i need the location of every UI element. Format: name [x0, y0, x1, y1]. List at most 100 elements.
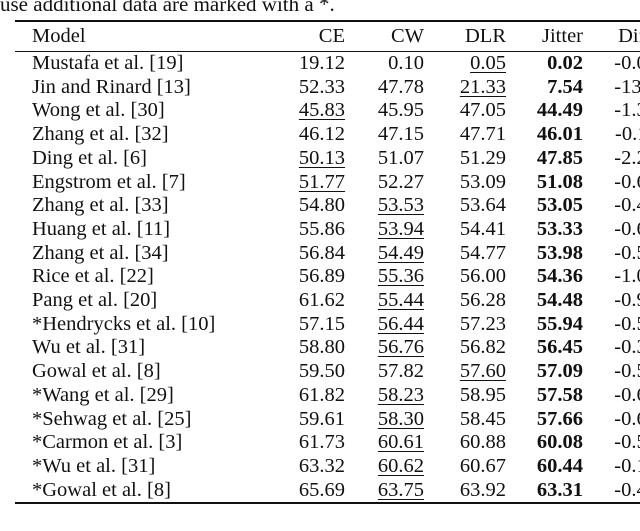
table-row: Jin and Rinard [13] 52.33 47.78 21.33 7.54 -1…: [15, 76, 640, 100]
cell-model-value: Mustafa et al. [19]: [32, 52, 184, 74]
cell-diff: -0.96: [583, 289, 640, 313]
cell-dlr: 60.88: [424, 431, 506, 455]
cell-cw-value: 55.44: [377, 289, 424, 312]
cell-cw: 54.49: [345, 242, 424, 266]
cell-dlr-value: 56.82: [459, 336, 506, 359]
cell-jitter: 53.05: [506, 194, 583, 218]
table-row: *Hendrycks et al. [10] 57.15 56.44 57.23 55.…: [15, 313, 640, 337]
cell-dlr-value: 60.88: [459, 431, 506, 454]
cell-ce: 51.77: [253, 171, 345, 195]
cell-cw-value: 47.15: [377, 123, 424, 146]
cell-cw: 0.10: [345, 52, 424, 76]
cell-diff: -13.8: [583, 76, 640, 100]
cell-dlr: 56.00: [424, 265, 506, 289]
cell-jitter-value: 57.09: [536, 360, 583, 383]
cell-diff: -0.50: [583, 313, 640, 337]
cell-ce-value: 61.62: [298, 289, 345, 312]
cell-model-value: Rice et al. [22]: [32, 265, 154, 288]
cell-model: *Gowal et al. [8]: [15, 479, 253, 503]
cell-ce-value: 59.50: [298, 360, 345, 383]
cell-dlr: 58.45: [424, 408, 506, 432]
cell-cw-value: 51.07: [377, 146, 424, 169]
cell-ce: 61.73: [253, 431, 345, 455]
cell-ce: 58.80: [253, 336, 345, 360]
cell-ce-value: 19.12: [298, 52, 345, 74]
cell-cw-value: 60.62: [377, 454, 424, 477]
table-body: Mustafa et al. [19] 19.12 0.10 0.05 0.02 -0.0…: [15, 52, 640, 502]
cell-diff: -0.51: [583, 242, 640, 266]
cell-model-value: *Hendrycks et al. [10]: [32, 312, 216, 335]
cell-model: *Wu et al. [31]: [15, 455, 253, 479]
cell-cw-value: 45.95: [377, 99, 424, 122]
cell-diff-value: -0.50: [614, 312, 640, 335]
cell-jitter: 46.01: [506, 123, 583, 147]
cell-dlr: 53.09: [424, 171, 506, 195]
table-caption: use additional data are marked with a *.: [0, 0, 335, 16]
cell-model-value: Huang et al. [11]: [32, 217, 171, 240]
cell-jitter: 60.08: [506, 431, 583, 455]
cell-dlr: 56.82: [424, 336, 506, 360]
cell-ce-value: 61.73: [298, 431, 345, 454]
cell-model-value: Jin and Rinard [13]: [32, 75, 191, 98]
cell-diff: -0.60: [583, 218, 640, 242]
cell-dlr: 54.77: [424, 242, 506, 266]
cell-jitter-value: 7.54: [547, 75, 583, 98]
cell-dlr-value: 54.41: [459, 217, 506, 240]
cell-jitter: 54.36: [506, 265, 583, 289]
cell-cw: 55.36: [345, 265, 424, 289]
cell-dlr-value: 56.28: [459, 289, 506, 312]
cell-dlr-value: 21.33: [459, 75, 506, 98]
cell-model: Wu et al. [31]: [15, 336, 253, 360]
header-diff: Diff.: [618, 25, 640, 47]
cell-ce: 19.12: [253, 52, 345, 76]
cell-jitter: 60.44: [506, 455, 583, 479]
cell-diff: -0.03: [583, 52, 640, 76]
table-row: *Carmon et al. [3] 61.73 60.61 60.88 60.08 -0…: [15, 431, 640, 455]
cell-jitter-value: 51.08: [536, 170, 583, 193]
cell-jitter-value: 54.48: [536, 289, 583, 312]
cell-ce: 50.13: [253, 147, 345, 171]
table-row: Pang et al. [20] 61.62 55.44 56.28 54.48 -0.9…: [15, 289, 640, 313]
cell-dlr: 0.05: [424, 52, 506, 76]
cell-cw: 58.23: [345, 384, 424, 408]
cell-model-value: *Carmon et al. [3]: [32, 431, 183, 454]
cell-diff: -0.48: [583, 194, 640, 218]
cell-cw-value: 53.53: [377, 194, 424, 217]
cell-model: *Wang et al. [29]: [15, 384, 253, 408]
cell-cw: 55.44: [345, 289, 424, 313]
cell-cw-value: 53.94: [377, 217, 424, 240]
cell-dlr-value: 58.95: [459, 383, 506, 406]
results-table: Model CE CW DLR Jitter Diff. Mustafa et …: [15, 20, 640, 505]
table-row: Mustafa et al. [19] 19.12 0.10 0.05 0.02 -0.0…: [15, 52, 640, 76]
cell-ce: 65.69: [253, 479, 345, 503]
header-model: Model: [32, 25, 86, 47]
cell-model: Engstrom et al. [7]: [15, 171, 253, 195]
cell-jitter-value: 44.49: [536, 99, 583, 122]
cell-dlr-value: 58.45: [459, 407, 506, 430]
cell-ce-value: 65.69: [298, 478, 345, 501]
cell-diff-value: -0.45: [614, 478, 640, 501]
cell-dlr-value: 63.92: [459, 478, 506, 501]
cell-ce: 56.84: [253, 242, 345, 266]
cell-jitter: 63.31: [506, 479, 583, 503]
cell-model: Huang et al. [11]: [15, 218, 253, 242]
cell-dlr-value: 47.05: [459, 99, 506, 122]
cell-ce-value: 56.89: [298, 265, 345, 288]
table-row: *Wang et al. [29] 61.82 58.23 58.95 57.58 -0.…: [15, 384, 640, 408]
cell-jitter: 57.09: [506, 360, 583, 384]
cell-jitter-value: 54.36: [536, 265, 583, 288]
cell-cw: 47.15: [345, 123, 424, 147]
cell-dlr-value: 54.77: [459, 241, 506, 264]
cell-model-value: Wu et al. [31]: [32, 336, 146, 359]
cell-diff: -1.00: [583, 265, 640, 289]
cell-diff: -0.69: [583, 171, 640, 195]
header-cw: CW: [390, 25, 424, 47]
table-row: Engstrom et al. [7] 51.77 52.27 53.09 51.08 -…: [15, 171, 640, 195]
table-row: *Wu et al. [31] 63.32 60.62 60.67 60.44 -0.18: [15, 455, 640, 479]
cell-jitter-value: 63.31: [536, 478, 583, 501]
cell-dlr-value: 56.00: [459, 265, 506, 288]
cell-dlr: 58.95: [424, 384, 506, 408]
cell-model-value: Wong et al. [30]: [32, 99, 165, 122]
cell-dlr: 47.05: [424, 99, 506, 123]
cell-model: Rice et al. [22]: [15, 265, 253, 289]
